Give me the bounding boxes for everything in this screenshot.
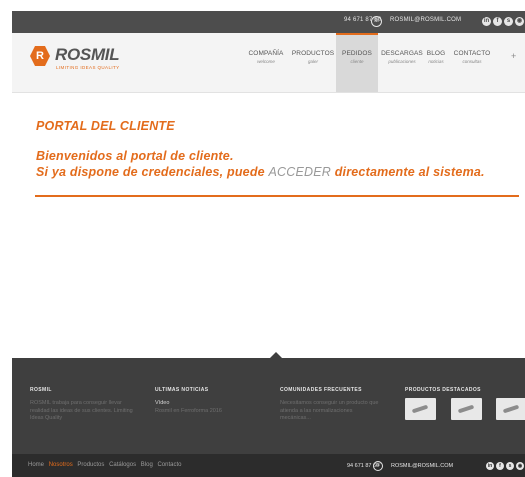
footer: ROSMIL ROSMIL trabaja para conseguir lle… — [12, 358, 525, 454]
nav-sub: publicaciones — [388, 59, 416, 64]
product-thumbnail[interactable] — [451, 398, 482, 420]
welcome-line-2-post: directamente al sistema. — [331, 165, 485, 179]
welcome-line-2: Si ya dispone de credenciales, puede ACC… — [36, 164, 485, 180]
footer-link-catalogos[interactable]: Catálogos — [109, 462, 136, 468]
nav-productos[interactable]: PRODUCTOS galer — [291, 33, 335, 92]
skype-icon[interactable]: s — [504, 17, 513, 26]
footer-link-nosotros[interactable]: Nosotros — [49, 462, 73, 468]
footer-nav: Home Nosotros Productos Catálogos Blog C… — [28, 462, 184, 468]
footer-link-home[interactable]: Home — [28, 462, 44, 468]
bottom-bar: Home Nosotros Productos Catálogos Blog C… — [12, 454, 525, 477]
footer-col-products: PRODUCTOS DESTACADOS — [405, 387, 525, 393]
footer-col-about: ROSMIL ROSMIL trabaja para conseguir lle… — [30, 387, 135, 423]
linkedin-icon[interactable]: in — [482, 17, 491, 26]
footer-heading: ROSMIL — [30, 387, 52, 393]
facebook-icon[interactable]: f — [493, 17, 502, 26]
nav-label: CONTACTO — [453, 50, 491, 57]
nav-sub: consultas — [462, 59, 482, 64]
footer-faq-text[interactable]: Necesitamos conseguir un producto que at… — [280, 400, 380, 423]
footer-heading: ULTIMAS NOTICIAS — [155, 387, 209, 393]
top-bar: 94 671 87 60 ☏ ROSMIL@ROSMIL.COM in f s … — [12, 11, 525, 33]
nav-sub: noticias — [428, 59, 444, 64]
news-item-title[interactable]: Vídeo — [155, 400, 265, 408]
footer-link-blog[interactable]: Blog — [141, 462, 153, 468]
bottom-email[interactable]: ROSMIL@ROSMIL.COM — [391, 463, 453, 469]
footer-heading: COMUNIDADES FRECUENTES — [280, 387, 362, 393]
nav-label: BLOG — [426, 50, 446, 57]
footer-link-productos[interactable]: Productos — [77, 462, 104, 468]
facebook-icon[interactable]: f — [496, 462, 504, 470]
nav-sub: welcome — [257, 59, 275, 64]
tool-image — [411, 404, 429, 414]
footer-heading: PRODUCTOS DESTACADOS — [405, 387, 481, 393]
logo-icon[interactable]: R — [30, 46, 50, 66]
footer-link-contacto[interactable]: Contacto — [157, 462, 181, 468]
footer-about-text: ROSMIL trabaja para conseguir llevar rea… — [30, 400, 133, 421]
phone-icon: ☏ — [371, 16, 382, 27]
news-item-text[interactable]: Rosmil en Ferroforma 2016 — [155, 408, 265, 416]
nav-descargas[interactable]: DESCARGAS publicaciones — [380, 33, 424, 92]
nav-label: DESCARGAS — [381, 50, 423, 57]
top-email[interactable]: ROSMIL@ROSMIL.COM — [390, 17, 461, 23]
nav-label: COMPAÑÍA — [248, 50, 284, 57]
skype-icon[interactable]: s — [506, 462, 514, 470]
welcome-line-1: Bienvenidos al portal de cliente. — [36, 149, 234, 163]
nav-sub: galer — [307, 59, 318, 64]
logo-tagline: LIMITING IDEAS QUALITY — [56, 65, 120, 70]
nav-compania[interactable]: COMPAÑÍA welcome — [246, 33, 286, 92]
nav-pedidos[interactable]: PEDIDOS cliente — [336, 33, 378, 92]
phone-icon: ☏ — [373, 461, 383, 471]
nav-label: PEDIDOS — [342, 50, 372, 57]
welcome-message: Bienvenidos al portal de cliente. Si ya … — [36, 148, 485, 180]
footer-col-news: ULTIMAS NOTICIAS Vídeo Rosmil en Ferrofo… — [155, 387, 265, 415]
footer-col-faq: COMUNIDADES FRECUENTES Necesitamos conse… — [280, 387, 380, 423]
product-thumbnail[interactable] — [405, 398, 436, 420]
welcome-line-2-pre: Si ya dispone de credenciales, puede — [36, 165, 269, 179]
content-divider — [35, 195, 519, 197]
tool-image — [502, 404, 520, 414]
header: R ROSMIL LIMITING IDEAS QUALITY COMPAÑÍA… — [12, 33, 525, 93]
nav-more-button[interactable]: + — [511, 51, 516, 61]
nav-label: PRODUCTOS — [291, 50, 335, 57]
acceder-link[interactable]: ACCEDER — [269, 165, 332, 179]
nav-contacto[interactable]: CONTACTO consultas — [452, 33, 492, 92]
rss-icon[interactable]: ◉ — [516, 462, 524, 470]
logo-name[interactable]: ROSMIL — [55, 45, 120, 65]
linkedin-icon[interactable]: in — [486, 462, 494, 470]
nav-blog[interactable]: BLOG noticias — [423, 33, 449, 92]
rss-icon[interactable]: ◉ — [515, 17, 524, 26]
tool-image — [457, 404, 475, 414]
product-thumbnail[interactable] — [496, 398, 525, 420]
page-title: PORTAL DEL CLIENTE — [36, 119, 175, 133]
nav-sub: cliente — [350, 59, 364, 64]
